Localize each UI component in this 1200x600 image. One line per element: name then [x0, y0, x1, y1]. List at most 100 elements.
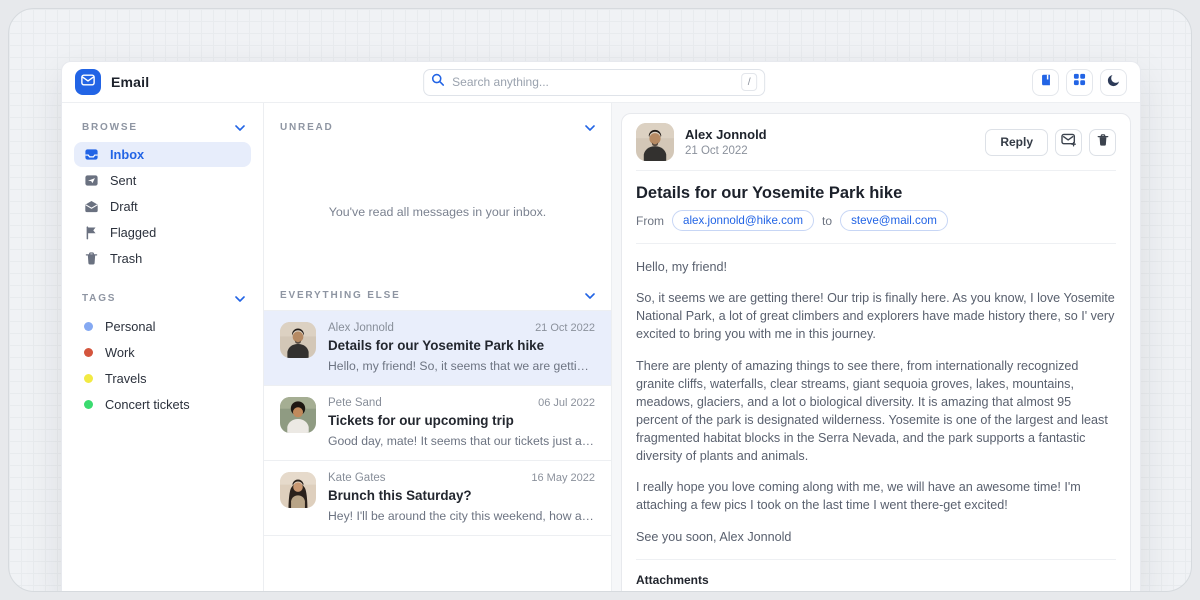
unread-empty-state: You've read all messages in your inbox. — [264, 142, 611, 281]
from-to-row: From alex.jonnold@hike.com to steve@mail… — [636, 210, 1116, 231]
email-date: 06 Jul 2022 — [538, 397, 595, 409]
search-icon — [431, 73, 444, 91]
chevron-down-icon[interactable] — [585, 125, 595, 131]
email-list-item-kate[interactable]: Kate Gates 16 May 2022 Brunch this Satur… — [264, 461, 611, 536]
unread-empty-text: You've read all messages in your inbox. — [329, 205, 547, 219]
chevron-down-icon[interactable] — [235, 125, 245, 131]
avatar — [280, 322, 316, 358]
moon-icon — [1107, 73, 1121, 92]
email-paragraph: Hello, my friend! — [636, 258, 1116, 276]
sidebar-item-label: Inbox — [110, 147, 144, 162]
detail-actions: Reply — [985, 129, 1116, 156]
reply-button[interactable]: Reply — [985, 129, 1048, 156]
unread-label: UNREAD — [280, 122, 334, 133]
sidebar-item-inbox[interactable]: Inbox — [74, 142, 251, 167]
apps-button[interactable] — [1066, 69, 1093, 96]
email-body: Hello, my friend! So, it seems we are ge… — [636, 244, 1116, 546]
flag-icon — [84, 225, 99, 240]
tag-label: Travels — [105, 371, 146, 386]
email-date: 21 Oct 2022 — [535, 322, 595, 334]
email-preview: Hey! I'll be around the city this weeken… — [328, 509, 595, 523]
email-paragraph: There are plenty of amazing things to se… — [636, 357, 1116, 466]
detail-date: 21 Oct 2022 — [685, 145, 767, 157]
detail-subject: Details for our Yosemite Park hike — [636, 184, 1116, 203]
tags-section-header: TAGS — [74, 284, 251, 313]
envelope-plus-icon — [1061, 133, 1077, 152]
sidebar-item-label: Flagged — [110, 225, 156, 240]
browse-label: BROWSE — [82, 122, 138, 133]
trash-icon — [1096, 133, 1110, 152]
app-body: BROWSE Inbox Sent — [62, 103, 1140, 592]
delete-email-button[interactable] — [1089, 129, 1116, 156]
inbox-icon — [84, 147, 99, 162]
email-detail-panel: Alex Jonnold 21 Oct 2022 Reply — [612, 103, 1140, 592]
email-date: 16 May 2022 — [531, 472, 595, 484]
email-sender: Kate Gates — [328, 472, 386, 484]
email-sender: Pete Sand — [328, 397, 382, 409]
chevron-down-icon[interactable] — [235, 296, 245, 302]
email-paragraph: See you soon, Alex Jonnold — [636, 528, 1116, 546]
tag-color-dot — [84, 374, 93, 383]
detail-sender-name: Alex Jonnold — [685, 127, 767, 142]
sidebar: BROWSE Inbox Sent — [62, 103, 264, 592]
tag-item-concert-tickets[interactable]: Concert tickets — [74, 391, 251, 417]
from-label: From — [636, 214, 664, 228]
email-paragraph: I really hope you love coming along with… — [636, 478, 1116, 514]
avatar — [280, 397, 316, 433]
email-detail-card: Alex Jonnold 21 Oct 2022 Reply — [621, 113, 1131, 592]
sent-icon — [84, 173, 99, 188]
from-email-chip[interactable]: alex.jonnold@hike.com — [672, 210, 814, 231]
book-icon — [1039, 73, 1053, 92]
email-list-item-alex[interactable]: Alex Jonnold 21 Oct 2022 Details for our… — [264, 311, 611, 386]
email-subject: Brunch this Saturday? — [328, 488, 595, 503]
sidebar-item-flagged[interactable]: Flagged — [74, 220, 251, 245]
envelope-icon — [81, 73, 95, 91]
browse-section-header: BROWSE — [74, 113, 251, 142]
app-logo — [75, 69, 101, 95]
tag-item-personal[interactable]: Personal — [74, 313, 251, 339]
attachments-label: Attachments — [636, 573, 1116, 587]
forward-email-button[interactable] — [1055, 129, 1082, 156]
email-preview: Good day, mate! It seems that our ticket… — [328, 434, 595, 448]
tag-color-dot — [84, 400, 93, 409]
email-list-column: UNREAD You've read all messages in your … — [264, 103, 612, 592]
email-paragraph: So, it seems we are getting there! Our t… — [636, 289, 1116, 343]
email-list-item-pete[interactable]: Pete Sand 06 Jul 2022 Tickets for our up… — [264, 386, 611, 461]
tag-color-dot — [84, 322, 93, 331]
sidebar-item-sent[interactable]: Sent — [74, 168, 251, 193]
search-shortcut-key: / — [741, 73, 757, 91]
tag-item-travels[interactable]: Travels — [74, 365, 251, 391]
app-header: Email / — [62, 62, 1140, 103]
draft-icon — [84, 199, 99, 214]
sidebar-item-trash[interactable]: Trash — [74, 246, 251, 271]
search-input[interactable] — [452, 75, 733, 89]
tag-color-dot — [84, 348, 93, 357]
tag-label: Work — [105, 345, 135, 360]
to-label: to — [822, 214, 832, 228]
avatar — [636, 123, 674, 161]
email-list: Alex Jonnold 21 Oct 2022 Details for our… — [264, 310, 611, 536]
avatar — [280, 472, 316, 508]
to-email-chip[interactable]: steve@mail.com — [840, 210, 948, 231]
everything-else-label: EVERYTHING ELSE — [280, 290, 401, 301]
header-actions — [1032, 69, 1127, 96]
detail-header: Alex Jonnold 21 Oct 2022 Reply — [636, 114, 1116, 170]
sidebar-item-label: Trash — [110, 251, 142, 266]
email-preview: Hello, my friend! So, it seems that we a… — [328, 359, 595, 373]
chevron-down-icon[interactable] — [585, 293, 595, 299]
trash-icon — [84, 251, 99, 266]
tag-item-work[interactable]: Work — [74, 339, 251, 365]
tags-label: TAGS — [82, 293, 116, 304]
sidebar-item-draft[interactable]: Draft — [74, 194, 251, 219]
sidebar-item-label: Draft — [110, 199, 138, 214]
email-sender: Alex Jonnold — [328, 322, 394, 334]
desktop-frame: Email / — [8, 8, 1192, 592]
email-app-window: Email / — [61, 61, 1141, 592]
tag-label: Personal — [105, 319, 156, 334]
divider — [636, 559, 1116, 560]
search-bar[interactable]: / — [423, 69, 765, 96]
library-button[interactable] — [1032, 69, 1059, 96]
dark-mode-button[interactable] — [1100, 69, 1127, 96]
email-subject: Details for our Yosemite Park hike — [328, 338, 595, 353]
tag-label: Concert tickets — [105, 397, 190, 412]
